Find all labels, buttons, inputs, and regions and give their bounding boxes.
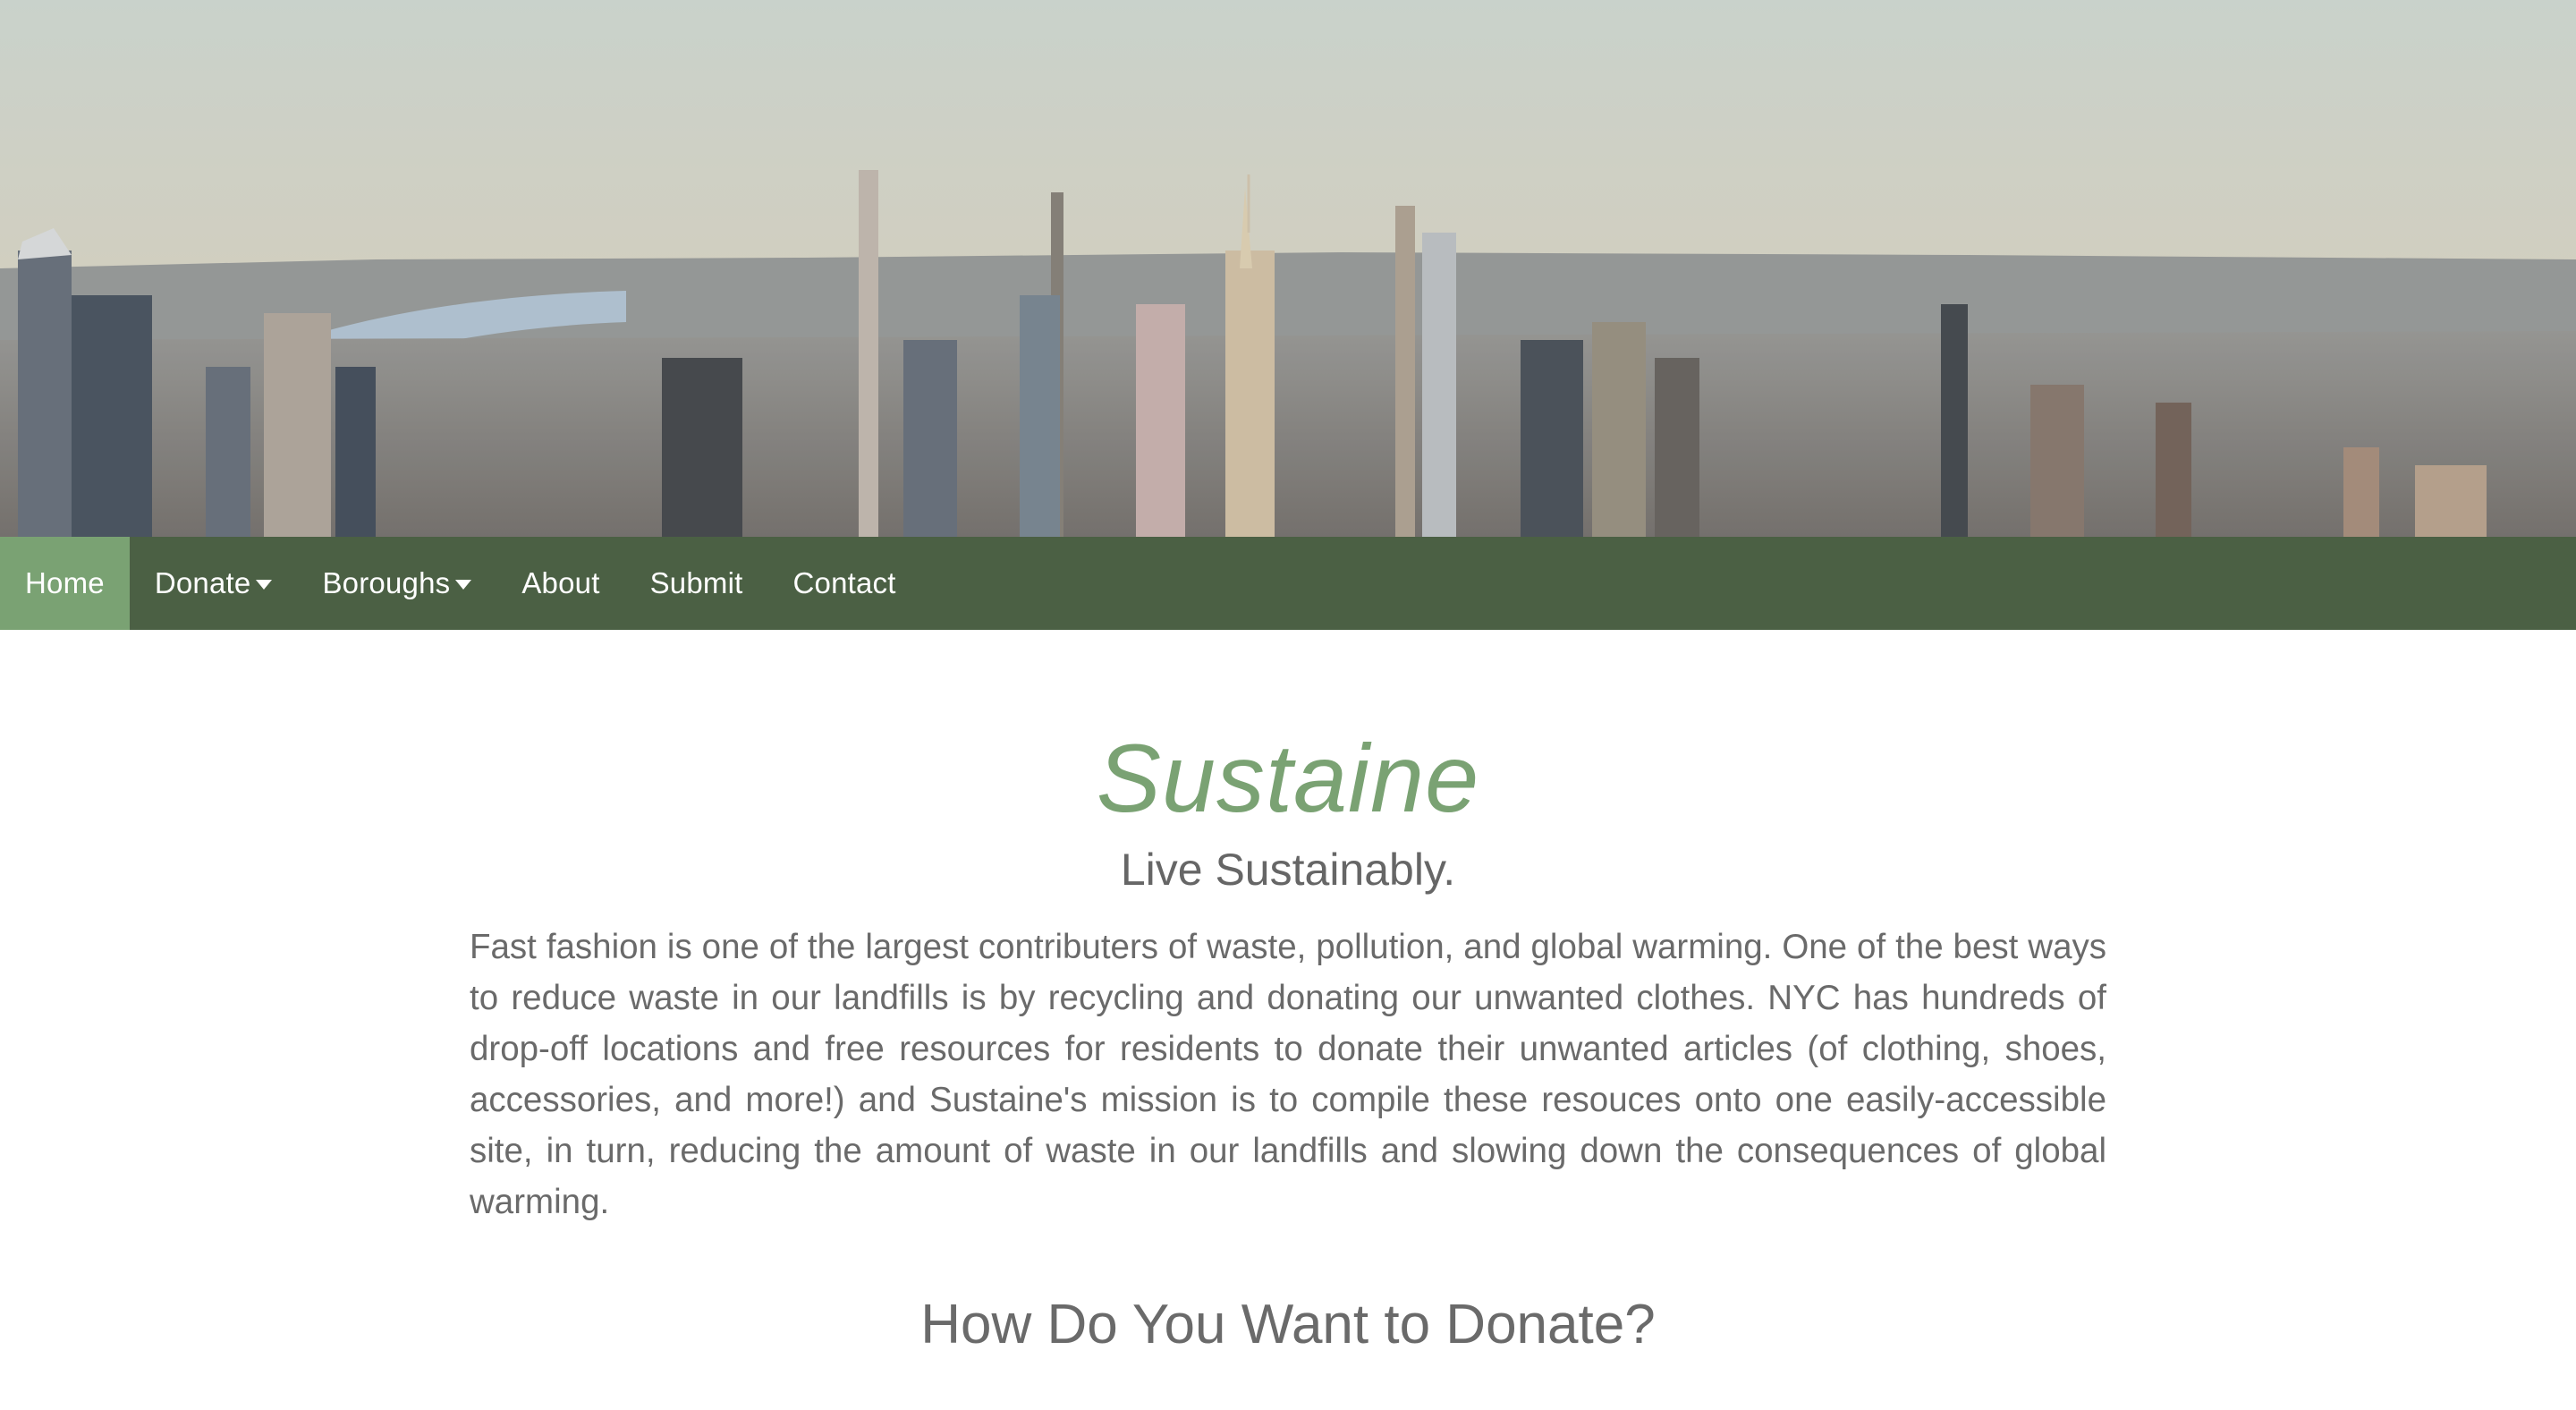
nav-home-label: Home [25, 566, 105, 599]
nav-home[interactable]: Home [0, 537, 130, 630]
nav-contact-label: Contact [792, 566, 896, 599]
nav-donate-label: Donate [154, 566, 251, 599]
mission-paragraph: Fast fashion is one of the largest contr… [470, 928, 2106, 1221]
brand-title: Sustaine [1096, 724, 1480, 832]
main-navbar: Home Donate Boroughs About Submit Contac… [0, 537, 2576, 630]
nav-about[interactable]: About [496, 537, 624, 630]
nav-donate-dropdown[interactable]: Donate [130, 537, 298, 630]
caret-down-icon [256, 579, 273, 590]
nav-boroughs-label: Boroughs [322, 566, 451, 599]
tagline: Live Sustainably. [1120, 845, 1456, 895]
nav-submit[interactable]: Submit [625, 537, 768, 630]
caret-down-icon [455, 579, 472, 590]
nav-submit-label: Submit [649, 566, 743, 599]
nav-about-label: About [521, 566, 600, 599]
donate-section-title: How Do You Want to Donate? [920, 1294, 1656, 1355]
city-skyline-image [0, 0, 2576, 537]
nav-boroughs-dropdown[interactable]: Boroughs [297, 537, 496, 630]
hero-banner [0, 0, 2576, 537]
main-content: Sustaine Live Sustainably. Fast fashion … [470, 630, 2106, 1358]
nav-contact[interactable]: Contact [767, 537, 920, 630]
